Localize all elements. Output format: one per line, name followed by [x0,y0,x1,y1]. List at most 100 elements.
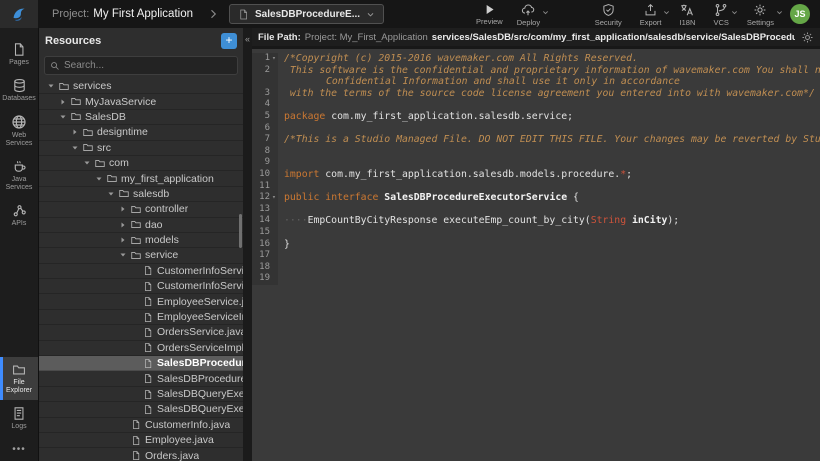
caret-right-icon[interactable] [117,205,128,213]
editor-line-9[interactable]: 9 [252,157,820,169]
search-input[interactable] [64,60,232,71]
tree-item-com[interactable]: com [39,156,243,171]
editor-line-14[interactable]: 14 ····EmpCountByCityResponse executeEmp… [252,215,820,227]
editor-line-18[interactable]: 18 [252,262,820,274]
editor-line-5[interactable]: 5 package com.my_first_application.sales… [252,111,820,123]
caret-down-icon[interactable] [81,159,92,167]
project-label: Project: [52,8,89,20]
caret-down-icon[interactable] [57,113,68,121]
sidebar-more-button[interactable]: ••• [0,436,38,461]
tree-item-salesdbqueryexecutorserviceimpl-java[interactable]: SalesDBQueryExecutorServiceImpl.java [39,402,243,417]
fold-toggle-icon[interactable]: ▾ [270,192,278,204]
add-resource-button[interactable]: + [221,33,237,49]
editor-line-13[interactable]: 13 [252,204,820,216]
editor-line-15[interactable]: 15 [252,227,820,239]
editor-line-19[interactable]: 19 [252,273,820,285]
export-button[interactable]: Export [640,1,662,27]
caret-right-icon[interactable] [117,236,128,244]
chevron-down-icon[interactable] [776,9,783,16]
tree-item-orders-java[interactable]: Orders.java [39,448,243,461]
file-icon [128,450,143,461]
shield-icon [602,3,615,17]
line-number-gutter [252,76,278,88]
tree-item-employee-java[interactable]: Employee.java [39,433,243,448]
tree-item-customerinfoserviceimpl-java[interactable]: CustomerInfoServiceImpl.java [39,279,243,294]
tree-item-employeeservice-java[interactable]: EmployeeService.java [39,294,243,309]
editor-line-2[interactable]: 2 This software is the confidential and … [252,65,820,77]
editor-line-8[interactable]: 8 [252,146,820,158]
tree-item-customerinfo-java[interactable]: CustomerInfo.java [39,418,243,433]
code-editor[interactable]: 1▾ /*Copyright (c) 2015-2016 wavemaker.c… [252,49,820,461]
editor-settings-gear-icon[interactable] [801,31,814,44]
vcs-button[interactable]: VCS [713,1,728,27]
chevron-down-icon[interactable] [542,9,549,16]
caret-right-icon[interactable] [117,221,128,229]
preview-button[interactable]: Preview [476,1,503,26]
user-avatar[interactable]: JS [790,4,810,24]
vcs-icon [714,3,728,17]
project-name: My First Application [93,8,193,20]
line-number-gutter: 2 [252,65,278,77]
database-icon [12,78,27,93]
fold-toggle-icon[interactable]: ▾ [270,53,278,65]
editor-line-10[interactable]: 10 import com.my_first_application.sales… [252,169,820,181]
sidebar-item-pages[interactable]: Pages [0,36,38,72]
editor-line-16[interactable]: 16 } [252,239,820,251]
tree-item-customerinfoservice-java[interactable]: CustomerInfoService.java [39,264,243,279]
editor-line-4[interactable]: 4 [252,99,820,111]
tree-item-myjavaservice[interactable]: MyJavaService [39,94,243,109]
tree-item-service[interactable]: service [39,248,243,263]
caret-down-icon[interactable] [45,82,56,90]
editor-line-11[interactable]: 11 [252,181,820,193]
collapse-panel-button[interactable]: « [243,32,252,46]
settings-button[interactable]: Settings [747,1,774,27]
sidebar-item-logs[interactable]: Logs [0,400,38,436]
caret-right-icon[interactable] [57,98,68,106]
chevron-down-icon[interactable] [731,9,738,16]
tree-item-models[interactable]: models [39,233,243,248]
search-icon [50,61,60,71]
tree-item-ordersservice-java[interactable]: OrdersService.java [39,325,243,340]
tree-item-ordersserviceimpl-java[interactable]: OrdersServiceImpl.java [39,341,243,356]
tree-item-src[interactable]: src [39,141,243,156]
editor-line-7[interactable]: 7 /*This is a Studio Managed File. DO NO… [252,134,820,146]
tree-item-employeeserviceimpl-java[interactable]: EmployeeServiceImpl.java [39,310,243,325]
tree-item-services[interactable]: services [39,79,243,94]
editor-line-wrap[interactable]: Confidential Information and shall use i… [252,76,820,88]
caret-down-icon[interactable] [93,175,104,183]
editor-line-12[interactable]: 12▾ public interface SalesDBProcedureExe… [252,192,820,204]
wavemaker-logo[interactable] [0,0,38,28]
chevron-down-icon[interactable] [663,9,670,16]
editor-line-17[interactable]: 17 [252,250,820,262]
editor-line-3[interactable]: 3 with the terms of the source code lice… [252,88,820,100]
tree-item-controller[interactable]: controller [39,202,243,217]
line-number-gutter: 4 [252,99,278,111]
caret-down-icon[interactable] [69,144,80,152]
tree-item-salesdbqueryexecutorservice-java[interactable]: SalesDBQueryExecutorService.java [39,387,243,402]
i18n-button[interactable]: I18N [679,1,695,27]
caret-down-icon[interactable] [117,251,128,259]
tree-item-designtime[interactable]: designtime [39,125,243,140]
caret-down-icon[interactable] [105,190,116,198]
open-file-selector[interactable]: SalesDBProcedureE... [229,4,384,24]
deploy-button[interactable]: Deploy [517,1,540,27]
security-button[interactable]: Security [595,1,622,27]
tree-item-salesdbprocedureexecutorserviceimpl-java[interactable]: SalesDBProcedureExecutorServiceImpl.java [39,371,243,386]
tree-item-salesdb[interactable]: SalesDB [39,110,243,125]
file-path-label: File Path: [258,32,301,43]
sidebar-item-java-services[interactable]: Java Services [0,153,38,197]
sidebar-item-apis[interactable]: APIs [0,197,38,233]
sidebar-item-databases[interactable]: Databases [0,72,38,108]
tree-item-salesdb[interactable]: salesdb [39,187,243,202]
tree-item-salesdbprocedureexecutorservice-java[interactable]: SalesDBProcedureExecutorService.java [39,356,243,371]
folder-icon [11,363,27,377]
tree-scrollbar[interactable] [239,214,242,248]
caret-right-icon[interactable] [69,128,80,136]
line-number-gutter: 9 [252,157,278,169]
editor-line-1[interactable]: 1▾ /*Copyright (c) 2015-2016 wavemaker.c… [252,53,820,65]
tree-item-dao[interactable]: dao [39,218,243,233]
editor-line-6[interactable]: 6 [252,123,820,135]
sidebar-item-file-explorer[interactable]: File Explorer [0,357,38,400]
tree-item-my-first-application[interactable]: my_first_application [39,171,243,186]
sidebar-item-web-services[interactable]: Web Services [0,108,38,153]
